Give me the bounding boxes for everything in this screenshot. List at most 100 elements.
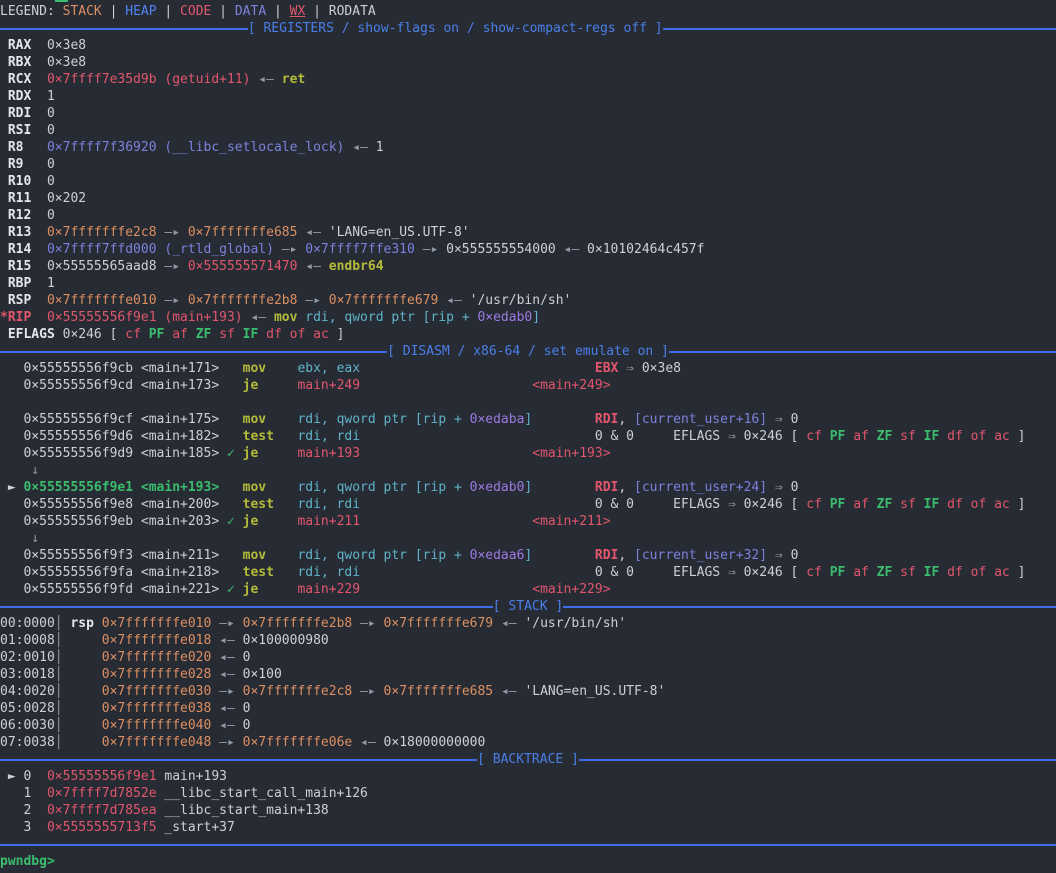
text-segment: R15 xyxy=(0,259,47,274)
text-segment xyxy=(360,378,532,393)
text-segment: 07:0038 xyxy=(0,735,55,750)
text-segment: main+249 xyxy=(297,378,360,393)
text-segment: 0×555555571470 xyxy=(188,259,298,274)
text-segment xyxy=(63,633,102,648)
text-segment xyxy=(360,497,595,512)
text-segment: sf xyxy=(900,497,923,512)
text-segment: 1 xyxy=(0,786,47,801)
text-segment: main+193 xyxy=(297,446,360,461)
terminal-line xyxy=(0,394,1056,411)
text-segment: ⇒ xyxy=(728,565,744,580)
text-segment: 0×7fffffffe040 xyxy=(102,718,212,733)
terminal-line: ► 0 0×55555556f9e1 main+193 xyxy=(0,768,1056,785)
text-segment: 06:0030 xyxy=(0,718,55,733)
text-segment: 0 xyxy=(47,157,55,172)
text-segment: RAX xyxy=(0,38,47,53)
section-header-disasm: [ DISASM / x86-64 / set emulate on ] xyxy=(0,343,1056,360)
text-segment: │ xyxy=(55,684,63,699)
terminal-line: RAX 0×3e8 xyxy=(0,37,1056,54)
text-segment: ◂— xyxy=(243,310,274,325)
text-segment: IF xyxy=(924,497,947,512)
text-segment: 03:0018 xyxy=(0,667,55,682)
text-segment: test xyxy=(243,565,298,580)
text-segment: _start+37 xyxy=(157,820,235,835)
text-segment: 0×55555556f9e1 (main+193) xyxy=(47,310,243,325)
terminal-line: 1 0×7ffff7d7852e __libc_start_call_main+… xyxy=(0,785,1056,802)
text-segment xyxy=(63,667,102,682)
text-segment: je xyxy=(243,582,298,597)
text-segment: 0×55555556f9e8 <main+200> xyxy=(0,497,243,512)
terminal-line: 0×55555556f9cf <main+175> mov rdi, qword… xyxy=(0,411,1056,428)
text-segment: 0×3e8 xyxy=(47,55,86,70)
text-segment: ] xyxy=(1010,565,1026,580)
text-segment: 0×7ffff7f36920 (__libc_setlocale_lock) xyxy=(47,140,344,155)
text-segment: ◂— xyxy=(438,293,469,308)
section-header-registers: [ REGISTERS / show-flags on / show-compa… xyxy=(0,20,1056,37)
text-segment: ] xyxy=(1010,429,1026,444)
text-segment: main+193 xyxy=(157,769,227,784)
clipped-line-artifact xyxy=(55,0,68,2)
text-segment: 0×7fffffffe685 xyxy=(188,225,298,240)
text-segment: —▸ xyxy=(211,616,242,631)
terminal-line: 04:0020│ 0×7fffffffe030 —▸ 0×7fffffffe2c… xyxy=(0,683,1056,700)
text-segment: 0×7ffff7d7852e xyxy=(47,786,157,801)
text-segment: R13 xyxy=(0,225,47,240)
text-segment: │ xyxy=(55,718,63,733)
command-input-area[interactable] xyxy=(55,854,63,869)
terminal-line: 06:0030│ 0×7fffffffe040 ◂— 0 xyxy=(0,717,1056,734)
gdb-prompt[interactable]: pwndbg> xyxy=(0,854,55,869)
text-segment: ebx, eax xyxy=(297,361,360,376)
text-segment: ZF xyxy=(877,565,900,580)
registers-panel: [ REGISTERS / show-flags on / show-compa… xyxy=(0,20,1056,343)
text-segment: 'LANG=en_US.UTF-8' xyxy=(329,225,470,240)
text-segment xyxy=(360,429,595,444)
text-segment: | xyxy=(305,4,328,19)
terminal-line: 00:0000│ rsp 0×7fffffffe010 —▸ 0×7ffffff… xyxy=(0,615,1056,632)
text-segment: ✓ xyxy=(227,514,243,529)
text-segment: , xyxy=(618,480,634,495)
text-segment: rsp xyxy=(70,616,93,631)
backtrace-panel: [ BACKTRACE ] ► 0 0×55555556f9e1 main+19… xyxy=(0,751,1056,836)
terminal-line: ↓ xyxy=(0,462,1056,479)
text-segment: 02:0010 xyxy=(0,650,55,665)
text-segment: 0×246 [ xyxy=(744,429,807,444)
text-segment: ◂— xyxy=(211,701,242,716)
text-segment: RSP xyxy=(0,293,47,308)
text-segment: *RIP xyxy=(0,310,47,325)
text-segment: mov xyxy=(243,412,298,427)
pwndbg-terminal[interactable]: LEGEND: STACK | HEAP | CODE | DATA | WX … xyxy=(0,0,1056,870)
text-segment: 0 xyxy=(243,718,251,733)
text-segment: 0×7fffffffe2c8 xyxy=(243,684,353,699)
terminal-line: 01:0008│ 0×7fffffffe018 ◂— 0×100000980 xyxy=(0,632,1056,649)
text-segment xyxy=(360,446,532,461)
terminal-line: 3 0×5555555713f5 _start+37 xyxy=(0,819,1056,836)
text-segment: 0×3e8 xyxy=(47,38,86,53)
text-segment xyxy=(63,718,102,733)
text-segment: rdi, qword ptr [rip + xyxy=(297,310,477,325)
text-segment: RDX xyxy=(0,89,47,104)
text-segment: DATA xyxy=(235,4,266,19)
text-segment: ◂— xyxy=(211,650,242,665)
text-segment: ◂— xyxy=(211,718,242,733)
text-segment: RODATA xyxy=(329,4,376,19)
text-segment: EBX xyxy=(595,361,618,376)
text-segment: endbr64 xyxy=(329,259,384,274)
text-segment: IF xyxy=(243,327,266,342)
text-segment: rdi, qword ptr [rip + xyxy=(297,480,469,495)
text-segment: 0×7fffffffe010 xyxy=(102,616,212,631)
text-segment: RBX xyxy=(0,55,47,70)
text-segment xyxy=(63,684,102,699)
text-segment: rdi, qword ptr [rip + xyxy=(297,412,469,427)
text-segment: IF xyxy=(924,429,947,444)
text-segment: ret xyxy=(282,72,305,87)
terminal-line: 07:0038│ 0×7fffffffe048 —▸ 0×7fffffffe06… xyxy=(0,734,1056,751)
text-segment: 0×3e8 xyxy=(642,361,681,376)
text-segment: 0×7ffff7e35d9b (getuid+11) xyxy=(47,72,251,87)
text-segment: mov xyxy=(274,310,297,325)
text-segment: je xyxy=(243,378,298,393)
text-segment: 0×edab0 xyxy=(470,480,525,495)
text-segment: df of ac xyxy=(947,429,1010,444)
terminal-line: ► 0×55555556f9e1 <main+193> mov rdi, qwo… xyxy=(0,479,1056,496)
text-segment: 0×7fffffffe010 xyxy=(47,293,157,308)
gdb-prompt-line[interactable]: pwndbg> xyxy=(0,853,1056,870)
